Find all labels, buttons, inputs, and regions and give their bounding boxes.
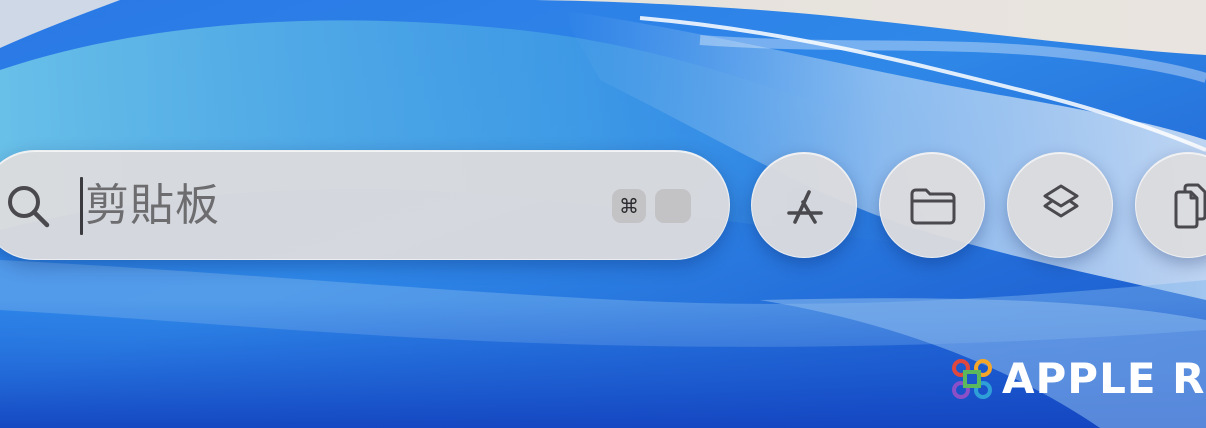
search-query-text[interactable]: 剪貼板 [85, 178, 220, 234]
spotlight-search-bar[interactable]: 剪貼板 ⌘ [0, 150, 730, 260]
magnifying-glass-icon [3, 181, 53, 231]
watermark: APPLE R [950, 355, 1206, 403]
shortcuts-icon [1043, 184, 1079, 218]
command-key-hint: ⌘ [612, 189, 646, 223]
command-key-logo [952, 359, 992, 399]
folder-icon [910, 188, 956, 225]
key-hint-blank [655, 189, 691, 223]
desktop: 剪貼板 ⌘ APPLE R [0, 0, 1206, 428]
applications-mode-button[interactable] [751, 152, 857, 258]
clipboard-icon [1174, 183, 1206, 229]
shortcuts-mode-button[interactable] [1007, 152, 1113, 258]
app-store-icon [787, 190, 823, 224]
files-mode-button[interactable] [879, 152, 985, 258]
text-caret [80, 177, 83, 235]
watermark-text: APPLE R [1002, 355, 1206, 403]
